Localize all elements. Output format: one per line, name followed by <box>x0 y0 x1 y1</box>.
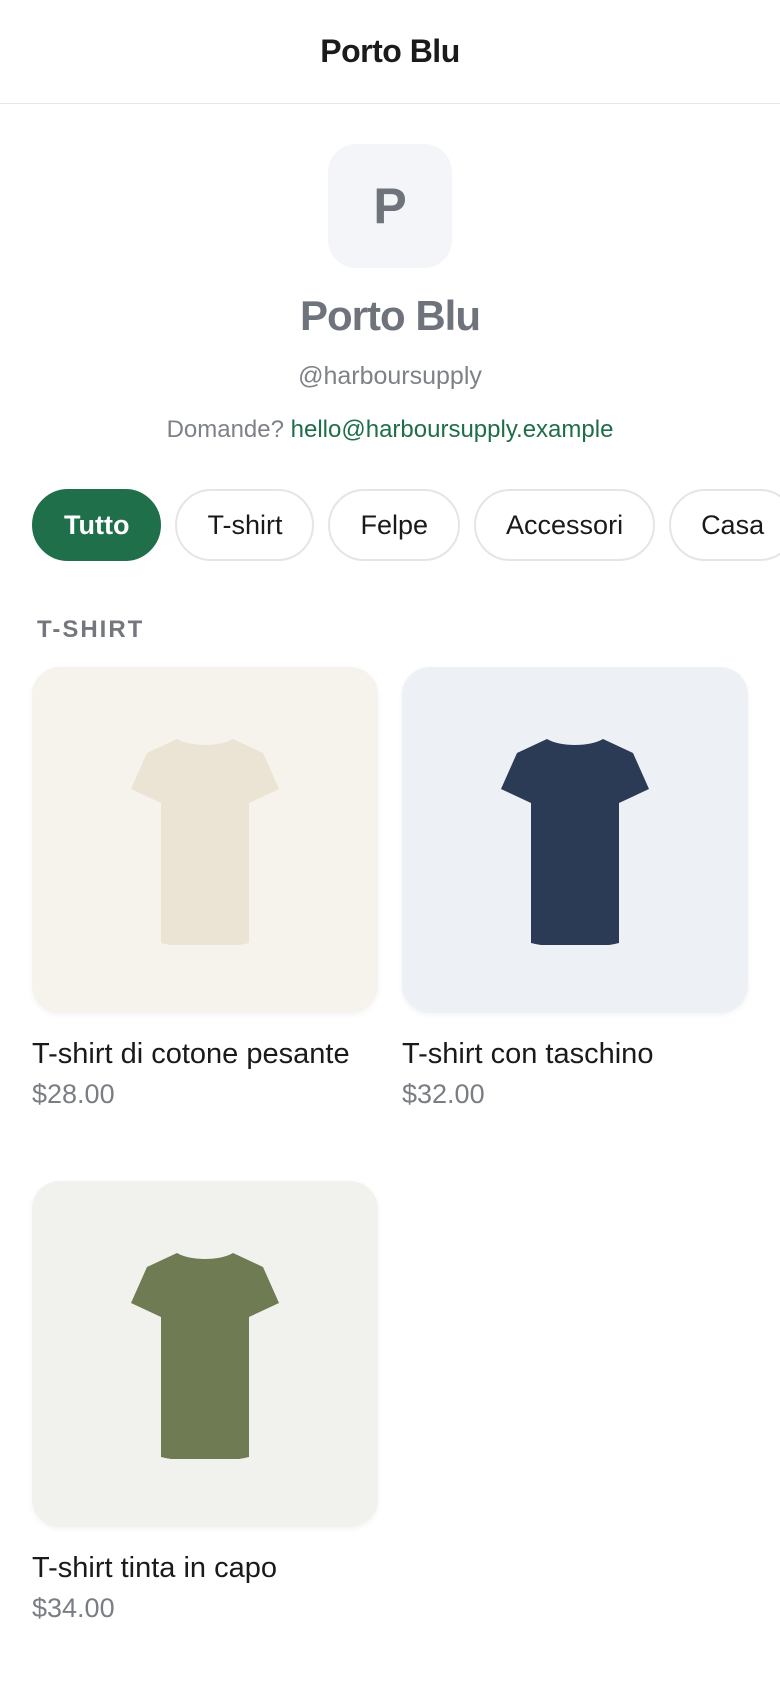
section-heading: T-SHIRT <box>37 616 145 643</box>
product-image[interactable] <box>32 667 378 1013</box>
contact-line: Domande? hello@harboursupply.example <box>0 416 780 444</box>
page-title: Porto Blu <box>320 33 460 69</box>
category-chip-casa[interactable]: Casa <box>669 489 780 561</box>
product-image[interactable] <box>32 1181 378 1527</box>
product-title[interactable]: T-shirt di cotone pesante <box>32 1035 378 1073</box>
store-avatar: P <box>328 144 452 268</box>
product-title[interactable]: T-shirt tinta in capo <box>32 1549 378 1587</box>
contact-email-link[interactable]: hello@harboursupply.example <box>291 416 614 443</box>
tshirt-icon <box>501 739 649 945</box>
product-card[interactable]: T-shirt con taschino $32.00 <box>402 667 748 1113</box>
contact-prefix: Domande? <box>166 416 284 443</box>
category-chip-accessori[interactable]: Accessori <box>474 489 656 561</box>
category-chip-tutto[interactable]: Tutto <box>32 489 162 561</box>
product-price: $28.00 <box>32 1079 115 1109</box>
tshirt-icon <box>131 739 279 945</box>
product-card[interactable]: T-shirt tinta in capo $34.00 <box>32 1181 378 1627</box>
product-image[interactable] <box>402 667 748 1013</box>
category-filter-bar: Tutto T-shirt Felpe Accessori Casa <box>32 489 780 561</box>
product-price: $34.00 <box>32 1593 115 1623</box>
top-bar: Porto Blu <box>0 0 780 104</box>
avatar-letter: P <box>373 178 407 234</box>
product-title[interactable]: T-shirt con taschino <box>402 1035 748 1073</box>
store-name: Porto Blu <box>300 292 481 339</box>
tshirt-icon <box>131 1253 279 1459</box>
store-handle: @harboursupply <box>298 362 482 390</box>
category-chip-tshirt[interactable]: T-shirt <box>175 489 315 561</box>
product-card[interactable]: T-shirt di cotone pesante $28.00 <box>32 667 378 1113</box>
category-chip-felpe[interactable]: Felpe <box>328 489 461 561</box>
product-price: $32.00 <box>402 1079 485 1109</box>
